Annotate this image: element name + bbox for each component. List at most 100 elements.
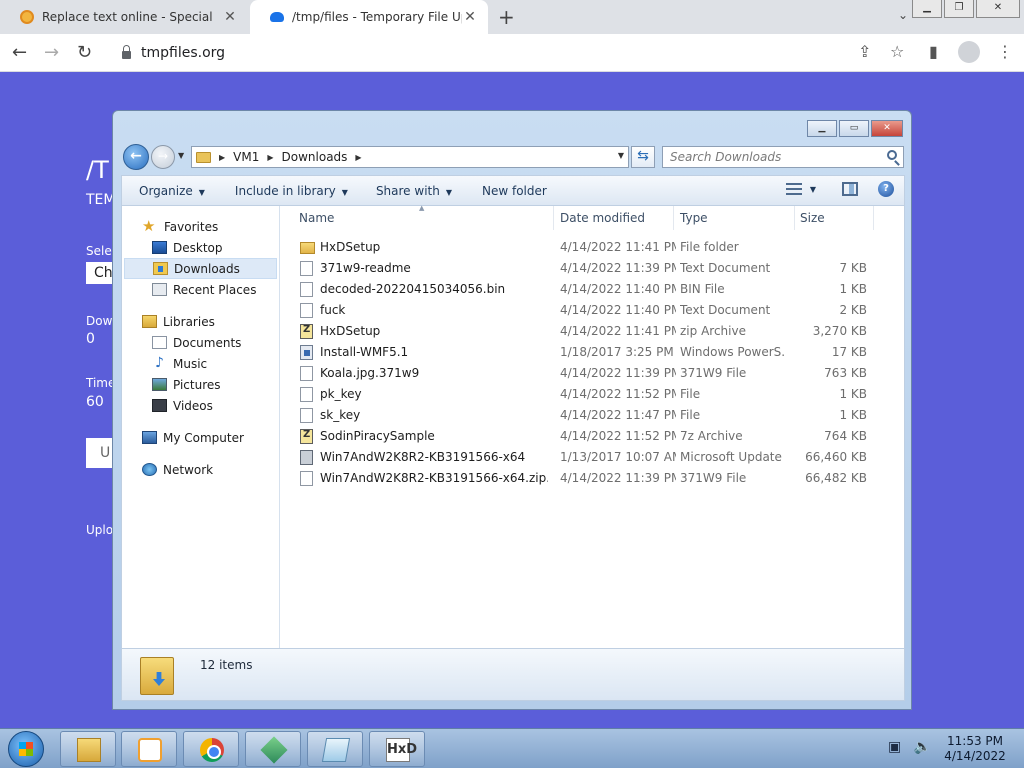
- include-in-library-button[interactable]: Include in library ▼: [215, 184, 358, 198]
- nav-desktop[interactable]: Desktop: [122, 237, 279, 258]
- table-row[interactable]: HxDSetup 4/14/2022 11:41 PM zip Archive 3,2…: [281, 321, 904, 342]
- clock-date: 4/14/2022: [944, 749, 1006, 763]
- table-row[interactable]: fuck 4/14/2022 11:40 PM Text Document 2 KB: [281, 300, 904, 321]
- chevron-right-icon[interactable]: ▶: [267, 153, 273, 162]
- nav-recent-places[interactable]: Recent Places: [122, 279, 279, 300]
- upload-button[interactable]: U: [86, 438, 114, 468]
- table-row[interactable]: Koala.jpg.371w9 4/14/2022 11:39 PM 371W9 F…: [281, 363, 904, 384]
- share-with-button[interactable]: Share with ▼: [358, 184, 462, 198]
- tab-replace-text[interactable]: Replace text online - Special ✕: [0, 0, 248, 34]
- share-icon[interactable]: ⇪: [858, 42, 871, 61]
- nav-label: Libraries: [163, 314, 215, 329]
- table-row[interactable]: 371w9-readme 4/14/2022 11:39 PM Text Docum…: [281, 258, 904, 279]
- network-status-icon[interactable]: ▣: [888, 739, 901, 755]
- chrome-icon: [200, 738, 224, 762]
- view-options-icon[interactable]: [785, 183, 802, 195]
- nav-libraries[interactable]: Libraries: [122, 311, 279, 332]
- breadcrumb[interactable]: ▶ VM1 ▶ Downloads ▶ ▼: [191, 146, 629, 168]
- file-size: 1 KB: [839, 282, 867, 296]
- forward-arrow-icon[interactable]: →: [44, 42, 59, 63]
- taskbar-cube-app[interactable]: [245, 731, 301, 767]
- chevron-right-icon[interactable]: ▶: [355, 153, 361, 162]
- refresh-button[interactable]: ⇆: [631, 146, 655, 168]
- zip-archive-icon: [300, 324, 313, 339]
- column-divider[interactable]: [794, 206, 795, 230]
- address-bar[interactable]: tmpfiles.org: [110, 39, 850, 67]
- start-button[interactable]: [8, 731, 44, 767]
- file-name: Install-WMF5.1: [320, 345, 409, 359]
- profile-avatar[interactable]: [958, 41, 980, 63]
- chevron-right-icon[interactable]: ▶: [219, 153, 225, 162]
- search-input[interactable]: Search Downloads: [662, 146, 904, 168]
- choose-file-button[interactable]: Ch: [86, 262, 114, 284]
- taskbar: HxD ▣ 🔈 11:53 PM 4/14/2022: [0, 728, 1024, 768]
- organize-button[interactable]: Organize ▼: [122, 184, 215, 198]
- table-row[interactable]: pk_key 4/14/2022 11:52 PM File 1 KB: [281, 384, 904, 405]
- new-tab-button[interactable]: +: [498, 5, 515, 29]
- nav-network[interactable]: Network: [122, 459, 279, 480]
- breadcrumb-vm1[interactable]: VM1: [233, 150, 259, 164]
- minimize-button[interactable]: ▁: [807, 120, 837, 137]
- recent-pages-dropdown[interactable]: ▼: [178, 151, 184, 160]
- caret-down-icon[interactable]: ▼: [810, 185, 816, 194]
- side-panel-icon[interactable]: ▮: [929, 42, 938, 61]
- system-clock[interactable]: 11:53 PM 4/14/2022: [940, 734, 1010, 764]
- close-button[interactable]: ✕: [976, 0, 1020, 18]
- file-name: HxDSetup: [320, 324, 381, 338]
- document-icon: [300, 366, 313, 381]
- forward-arrow-icon[interactable]: →: [151, 145, 175, 169]
- nav-music[interactable]: ♪ Music: [122, 353, 279, 374]
- table-row[interactable]: sk_key 4/14/2022 11:47 PM File 1 KB: [281, 405, 904, 426]
- column-divider[interactable]: [673, 206, 674, 230]
- column-type[interactable]: Type: [680, 211, 708, 225]
- table-row[interactable]: SodinPiracySample 4/14/2022 11:52 PM 7z Ar…: [281, 426, 904, 447]
- nav-pictures[interactable]: Pictures: [122, 374, 279, 395]
- table-row[interactable]: Win7AndW2K8R2-KB3191566-x64 1/13/2017 10:…: [281, 447, 904, 468]
- taskbar-hxd[interactable]: HxD: [369, 731, 425, 767]
- column-divider[interactable]: [873, 206, 874, 230]
- back-arrow-icon[interactable]: ←: [12, 42, 27, 63]
- taskbar-media-player[interactable]: [121, 731, 177, 767]
- file-type: File: [680, 387, 701, 401]
- taskbar-chrome[interactable]: [183, 731, 239, 767]
- column-name[interactable]: Name: [299, 211, 334, 225]
- maximize-button[interactable]: ▭: [839, 120, 869, 137]
- table-row[interactable]: Install-WMF5.1 1/18/2017 3:25 PM Windows P…: [281, 342, 904, 363]
- explorer-window-controls: ▁ ▭ ✕: [805, 120, 903, 137]
- downloads-value[interactable]: 0: [86, 331, 95, 347]
- bookmark-star-icon[interactable]: ☆: [890, 42, 904, 61]
- help-icon[interactable]: ?: [878, 181, 894, 197]
- nav-my-computer[interactable]: My Computer: [122, 427, 279, 448]
- close-icon[interactable]: ✕: [222, 9, 238, 25]
- kebab-menu-icon[interactable]: ⋮: [997, 42, 1013, 61]
- new-folder-button[interactable]: New folder: [462, 184, 557, 198]
- minimize-button[interactable]: ▁: [912, 0, 942, 18]
- close-icon[interactable]: ✕: [462, 9, 478, 25]
- table-row[interactable]: Win7AndW2K8R2-KB3191566-x64.zip.371... 4/…: [281, 468, 904, 489]
- nav-videos[interactable]: Videos: [122, 395, 279, 416]
- breadcrumb-downloads[interactable]: Downloads: [282, 150, 348, 164]
- search-icon[interactable]: [887, 150, 897, 160]
- back-arrow-icon[interactable]: ←: [123, 144, 149, 170]
- column-divider[interactable]: [553, 206, 554, 230]
- reload-icon[interactable]: ↻: [77, 42, 92, 63]
- column-date-modified[interactable]: Date modified: [560, 211, 645, 225]
- item-count: 12 items: [200, 658, 253, 672]
- preview-pane-icon[interactable]: [842, 182, 858, 196]
- nav-favorites[interactable]: ★ Favorites: [122, 216, 279, 237]
- tab-tmpfiles[interactable]: /tmp/files - Temporary File Uplo ✕: [250, 0, 488, 34]
- close-button[interactable]: ✕: [871, 120, 903, 137]
- chevron-down-icon[interactable]: ⌄: [898, 8, 908, 22]
- table-row[interactable]: HxDSetup 4/14/2022 11:41 PM File folder: [281, 237, 904, 258]
- nav-downloads[interactable]: Downloads: [124, 258, 277, 279]
- volume-icon[interactable]: 🔈: [914, 739, 931, 755]
- time-value[interactable]: 60: [86, 394, 104, 410]
- file-size: 66,482 KB: [805, 471, 867, 485]
- taskbar-explorer[interactable]: [60, 731, 116, 767]
- nav-documents[interactable]: Documents: [122, 332, 279, 353]
- address-history-dropdown[interactable]: ▼: [618, 151, 624, 160]
- taskbar-notepad[interactable]: [307, 731, 363, 767]
- table-row[interactable]: decoded-20220415034056.bin 4/14/2022 11:4…: [281, 279, 904, 300]
- column-size[interactable]: Size: [800, 211, 825, 225]
- restore-button[interactable]: ❐: [944, 0, 974, 18]
